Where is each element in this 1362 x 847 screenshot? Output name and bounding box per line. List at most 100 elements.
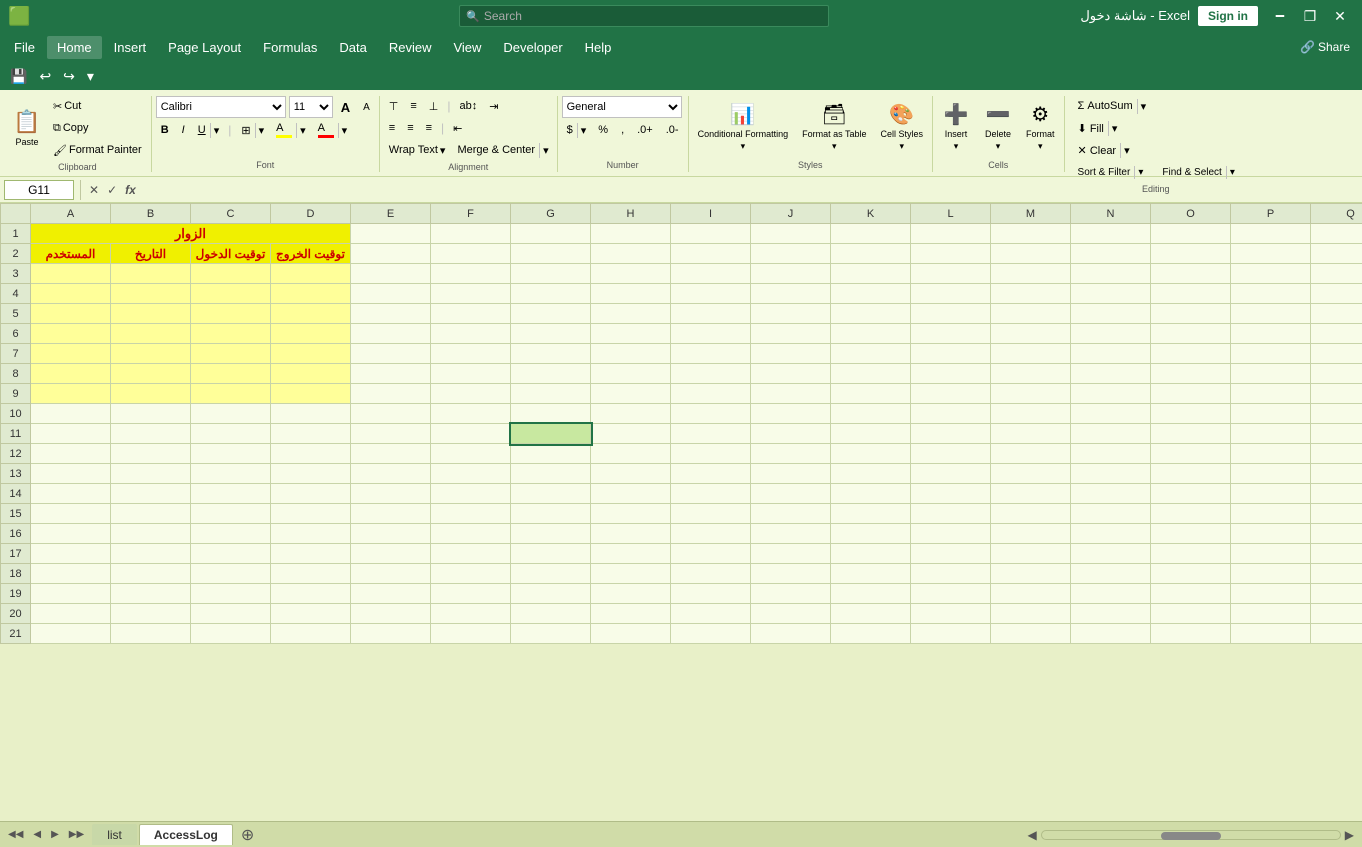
- undo-button[interactable]: ↩: [35, 66, 55, 87]
- cell-8-F[interactable]: [431, 364, 511, 384]
- underline-button[interactable]: U ▾: [193, 120, 223, 140]
- comma-button[interactable]: ,: [616, 120, 629, 140]
- cell-9-N[interactable]: [1071, 384, 1151, 404]
- scroll-right-button[interactable]: ▶: [1345, 828, 1354, 842]
- cell-10-H[interactable]: [591, 404, 671, 424]
- col-header-I[interactable]: I: [671, 204, 751, 224]
- cell-4-G[interactable]: [511, 284, 591, 304]
- cell-18-C[interactable]: [191, 564, 271, 584]
- cell-12-E[interactable]: [351, 444, 431, 464]
- cell-7-B[interactable]: [111, 344, 191, 364]
- cell-5-G[interactable]: [511, 304, 591, 324]
- cell-6-K[interactable]: [831, 324, 911, 344]
- cell-14-A[interactable]: [31, 484, 111, 504]
- close-button[interactable]: ✕: [1326, 2, 1354, 30]
- cell-4-E[interactable]: [351, 284, 431, 304]
- cell-19-J[interactable]: [751, 584, 831, 604]
- cell-21-L[interactable]: [911, 624, 991, 644]
- cell-16-C[interactable]: [191, 524, 271, 544]
- cell-15-I[interactable]: [671, 504, 751, 524]
- cell-15-J[interactable]: [751, 504, 831, 524]
- cell-16-H[interactable]: [591, 524, 671, 544]
- decrease-decimal-button[interactable]: .0-: [661, 120, 684, 140]
- cell-11-P[interactable]: [1231, 424, 1311, 444]
- cell-19-Q[interactable]: [1311, 584, 1362, 604]
- cell-16-B[interactable]: [111, 524, 191, 544]
- cell-19-H[interactable]: [591, 584, 671, 604]
- cell-19-D[interactable]: [271, 584, 351, 604]
- cell-19-E[interactable]: [351, 584, 431, 604]
- sheet-nav-next[interactable]: ▶: [47, 827, 63, 842]
- cell-11-I[interactable]: [671, 424, 751, 444]
- cell-13-L[interactable]: [911, 464, 991, 484]
- cell-11-J[interactable]: [751, 424, 831, 444]
- cell-17-I[interactable]: [671, 544, 751, 564]
- cell-16-Q[interactable]: [1311, 524, 1362, 544]
- menu-item-file[interactable]: File: [4, 36, 45, 59]
- col-header-O[interactable]: O: [1151, 204, 1231, 224]
- cell-11-L[interactable]: [911, 424, 991, 444]
- search-bar[interactable]: 🔍 Search: [459, 5, 829, 27]
- menu-item-insert[interactable]: Insert: [104, 36, 157, 59]
- cell-12-I[interactable]: [671, 444, 751, 464]
- cell-7-G[interactable]: [511, 344, 591, 364]
- format-painter-button[interactable]: 🖌 Format Painter: [48, 140, 147, 160]
- cell-1-M[interactable]: [991, 224, 1071, 244]
- cell-20-P[interactable]: [1231, 604, 1311, 624]
- cell-13-J[interactable]: [751, 464, 831, 484]
- cell-2-J[interactable]: [751, 244, 831, 264]
- cell-2-P[interactable]: [1231, 244, 1311, 264]
- cell-16-P[interactable]: [1231, 524, 1311, 544]
- share-button[interactable]: 🔗Share: [1300, 40, 1358, 54]
- cell-10-O[interactable]: [1151, 404, 1231, 424]
- cell-19-N[interactable]: [1071, 584, 1151, 604]
- cell-9-J[interactable]: [751, 384, 831, 404]
- cell-9-M[interactable]: [991, 384, 1071, 404]
- cell-6-Q[interactable]: [1311, 324, 1362, 344]
- dollar-format-button[interactable]: $ ▾: [562, 120, 591, 140]
- cell-19-I[interactable]: [671, 584, 751, 604]
- cell-4-M[interactable]: [991, 284, 1071, 304]
- cell-4-B[interactable]: [111, 284, 191, 304]
- title-cell[interactable]: الزوار: [31, 224, 351, 244]
- cell-2-A[interactable]: المستخدم: [31, 244, 111, 264]
- cell-7-K[interactable]: [831, 344, 911, 364]
- cell-13-M[interactable]: [991, 464, 1071, 484]
- cell-12-N[interactable]: [1071, 444, 1151, 464]
- sheet-tab-list[interactable]: list: [92, 824, 137, 845]
- col-header-J[interactable]: J: [751, 204, 831, 224]
- cell-reference-input[interactable]: [4, 180, 74, 200]
- decrease-font-button[interactable]: A: [358, 97, 375, 117]
- cell-14-P[interactable]: [1231, 484, 1311, 504]
- cell-14-H[interactable]: [591, 484, 671, 504]
- cell-20-J[interactable]: [751, 604, 831, 624]
- redo-button[interactable]: ↪: [59, 66, 79, 87]
- cell-20-D[interactable]: [271, 604, 351, 624]
- cell-6-A[interactable]: [31, 324, 111, 344]
- formula-input[interactable]: [142, 180, 1358, 200]
- cell-10-P[interactable]: [1231, 404, 1311, 424]
- cell-17-D[interactable]: [271, 544, 351, 564]
- cell-15-H[interactable]: [591, 504, 671, 524]
- cell-1-I[interactable]: [671, 224, 751, 244]
- cell-3-Q[interactable]: [1311, 264, 1362, 284]
- cell-9-E[interactable]: [351, 384, 431, 404]
- borders-button[interactable]: ⊞ ▾: [236, 120, 268, 140]
- cell-3-F[interactable]: [431, 264, 511, 284]
- cell-8-N[interactable]: [1071, 364, 1151, 384]
- cell-5-B[interactable]: [111, 304, 191, 324]
- cell-17-H[interactable]: [591, 544, 671, 564]
- cell-20-O[interactable]: [1151, 604, 1231, 624]
- cell-21-M[interactable]: [991, 624, 1071, 644]
- cell-8-P[interactable]: [1231, 364, 1311, 384]
- cell-3-O[interactable]: [1151, 264, 1231, 284]
- cell-1-G[interactable]: [511, 224, 591, 244]
- cell-19-P[interactable]: [1231, 584, 1311, 604]
- paste-button[interactable]: 📋 Paste: [8, 97, 46, 159]
- cell-15-C[interactable]: [191, 504, 271, 524]
- cell-7-A[interactable]: [31, 344, 111, 364]
- cell-20-I[interactable]: [671, 604, 751, 624]
- cell-6-E[interactable]: [351, 324, 431, 344]
- col-header-D[interactable]: D: [271, 204, 351, 224]
- cell-1-E[interactable]: [351, 224, 431, 244]
